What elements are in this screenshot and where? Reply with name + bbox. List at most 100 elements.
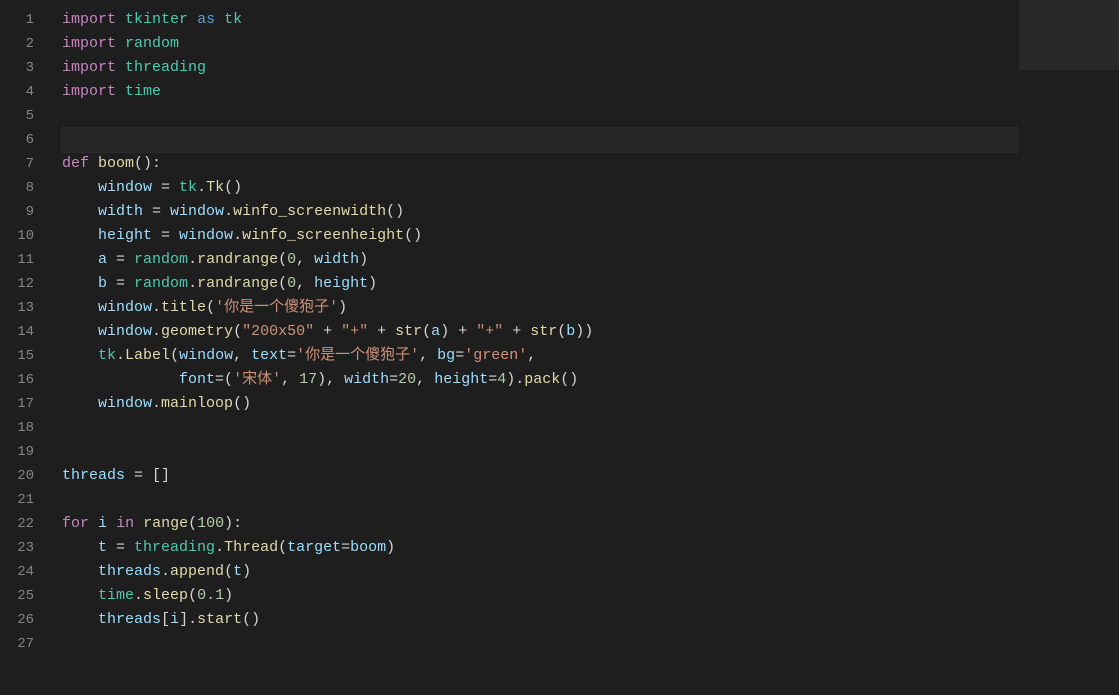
- token-op: [134, 515, 143, 532]
- code-line[interactable]: window.mainloop(): [62, 392, 1019, 416]
- code-line[interactable]: time.sleep(0.1): [62, 584, 1019, 608]
- token-op: ).: [506, 371, 524, 388]
- code-line[interactable]: t = threading.Thread(target=boom): [62, 536, 1019, 560]
- token-op: +: [314, 323, 341, 340]
- token-op: [62, 587, 98, 604]
- line-number: 9: [0, 200, 50, 224]
- code-line[interactable]: height = window.winfo_screenheight(): [62, 224, 1019, 248]
- token-str: '你是一个傻狍子': [296, 347, 419, 364]
- token-op: .: [197, 179, 206, 196]
- token-var: a: [98, 251, 107, 268]
- code-line[interactable]: window.title('你是一个傻狍子'): [62, 296, 1019, 320]
- token-fn: winfo_screenwidth: [233, 203, 386, 220]
- line-number: 14: [0, 320, 50, 344]
- token-mod: tk: [98, 347, 116, 364]
- token-var: text: [251, 347, 287, 364]
- line-number: 22: [0, 512, 50, 536]
- token-op: [215, 11, 224, 28]
- code-line[interactable]: font=('宋体', 17), width=20, height=4).pac…: [62, 368, 1019, 392]
- token-var: target: [287, 539, 341, 556]
- token-str: '宋体': [233, 371, 281, 388]
- code-line[interactable]: [62, 416, 1019, 440]
- token-op: (): [233, 395, 251, 412]
- code-editor[interactable]: 1234567891011121314151617181920212223242…: [0, 0, 1119, 695]
- token-num: 4: [497, 371, 506, 388]
- minimap[interactable]: [1019, 0, 1119, 695]
- token-num: 0: [287, 251, 296, 268]
- token-var: bg: [437, 347, 455, 364]
- line-number: 3: [0, 56, 50, 80]
- token-fn: randrange: [197, 275, 278, 292]
- token-fn: Thread: [224, 539, 278, 556]
- code-line[interactable]: threads[i].start(): [62, 608, 1019, 632]
- line-number-gutter: 1234567891011121314151617181920212223242…: [0, 0, 50, 695]
- token-op: [62, 395, 98, 412]
- token-op: ): [338, 299, 347, 316]
- token-kw: import: [62, 59, 116, 76]
- line-number: 17: [0, 392, 50, 416]
- token-op: [62, 539, 98, 556]
- token-op: [62, 611, 98, 628]
- code-line[interactable]: [62, 104, 1019, 128]
- token-fn: title: [161, 299, 206, 316]
- token-op: = []: [125, 467, 170, 484]
- code-line[interactable]: threads = []: [62, 464, 1019, 488]
- code-line[interactable]: tk.Label(window, text='你是一个傻狍子', bg='gre…: [62, 344, 1019, 368]
- code-line[interactable]: import tkinter as tk: [62, 8, 1019, 32]
- token-var: font: [179, 371, 215, 388]
- token-op: =: [341, 539, 350, 556]
- code-line[interactable]: import random: [62, 32, 1019, 56]
- code-line[interactable]: [62, 128, 1019, 152]
- code-line[interactable]: window.geometry("200x50" + "+" + str(a) …: [62, 320, 1019, 344]
- token-op: .: [134, 587, 143, 604]
- token-op: ),: [317, 371, 344, 388]
- code-line[interactable]: [62, 440, 1019, 464]
- code-line[interactable]: import time: [62, 80, 1019, 104]
- token-op: (: [278, 275, 287, 292]
- code-area[interactable]: import tkinter as tkimport randomimport …: [50, 0, 1019, 695]
- code-line[interactable]: [62, 632, 1019, 656]
- code-line[interactable]: for i in range(100):: [62, 512, 1019, 536]
- token-op: ,: [296, 251, 314, 268]
- token-var: width: [98, 203, 143, 220]
- code-line[interactable]: window = tk.Tk(): [62, 176, 1019, 200]
- token-op: ): [242, 563, 251, 580]
- line-number: 24: [0, 560, 50, 584]
- line-number: 23: [0, 536, 50, 560]
- token-op: =: [143, 203, 170, 220]
- line-number: 13: [0, 296, 50, 320]
- token-op: ): [368, 275, 377, 292]
- token-var: width: [314, 251, 359, 268]
- token-op: (: [224, 563, 233, 580]
- token-var: i: [98, 515, 107, 532]
- token-var: t: [233, 563, 242, 580]
- token-fn: range: [143, 515, 188, 532]
- token-fn: append: [170, 563, 224, 580]
- token-mod: random: [134, 275, 188, 292]
- token-mod: random: [134, 251, 188, 268]
- token-op: =: [152, 179, 179, 196]
- token-var: threads: [62, 467, 125, 484]
- code-line[interactable]: [62, 488, 1019, 512]
- line-number: 11: [0, 248, 50, 272]
- token-kw: import: [62, 11, 116, 28]
- token-op: ].: [179, 611, 197, 628]
- code-line[interactable]: a = random.randrange(0, width): [62, 248, 1019, 272]
- token-mod: tk: [179, 179, 197, 196]
- token-kw: def: [62, 155, 89, 172]
- minimap-viewport[interactable]: [1019, 0, 1119, 70]
- code-line[interactable]: def boom():: [62, 152, 1019, 176]
- token-mod: tk: [224, 11, 242, 28]
- token-op: ,: [281, 371, 299, 388]
- token-op: ,: [296, 275, 314, 292]
- code-line[interactable]: width = window.winfo_screenwidth(): [62, 200, 1019, 224]
- token-var: window: [170, 203, 224, 220]
- code-line[interactable]: b = random.randrange(0, height): [62, 272, 1019, 296]
- token-op: (): [560, 371, 578, 388]
- token-str: '你是一个傻狍子': [215, 299, 338, 316]
- token-var: i: [170, 611, 179, 628]
- token-op: (: [188, 515, 197, 532]
- code-line[interactable]: threads.append(t): [62, 560, 1019, 584]
- token-op: [62, 203, 98, 220]
- code-line[interactable]: import threading: [62, 56, 1019, 80]
